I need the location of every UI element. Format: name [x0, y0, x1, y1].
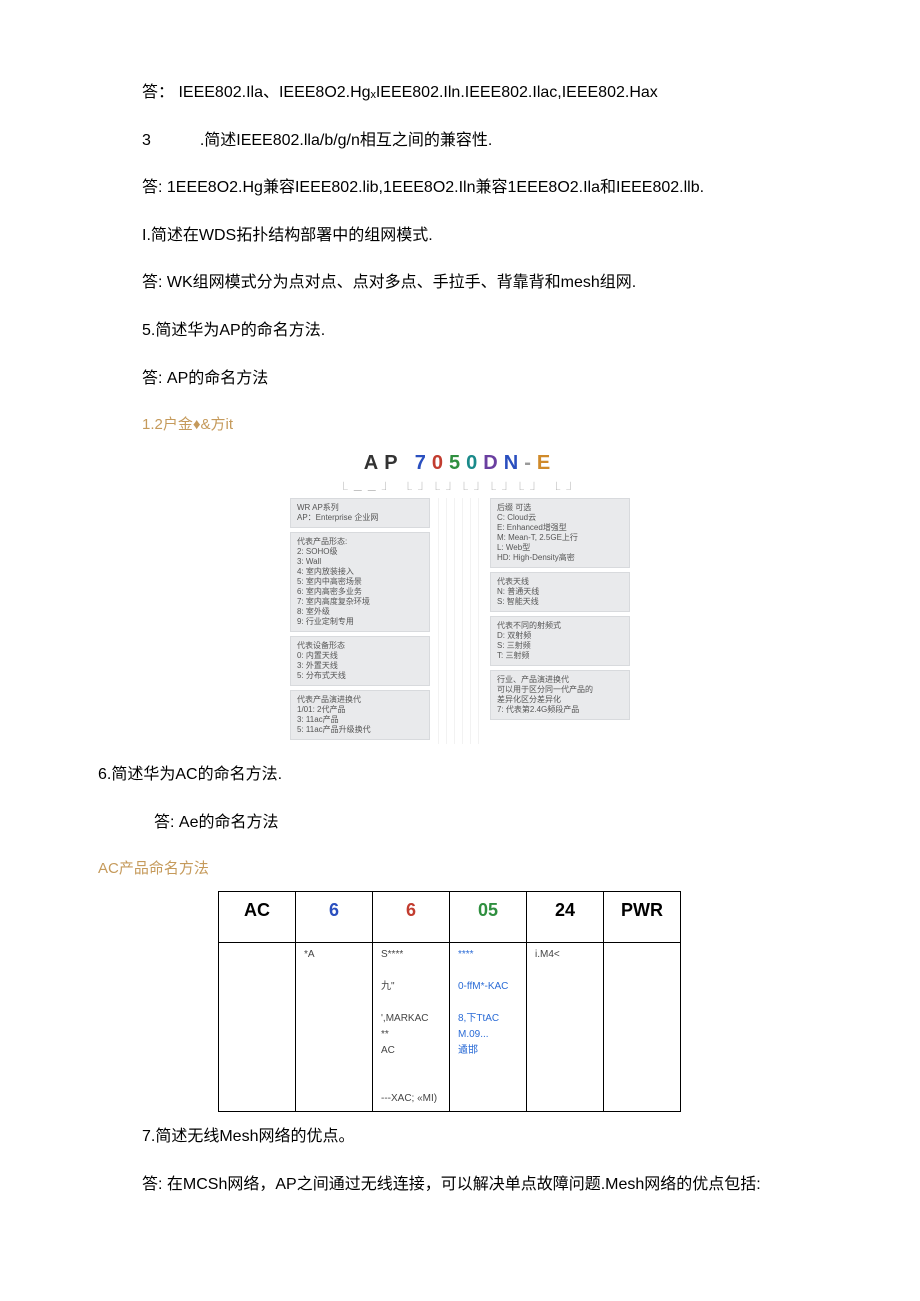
ac-h-3: 05 [450, 892, 527, 943]
ap-right-box-0: 后缀 可选 C: Cloud云 E: Enhanced增强型 M: Mean-T… [490, 498, 630, 568]
ap-left-column: WR AP系列 AP：Enterprise 企业网 代表产品形态: 2: SOH… [290, 498, 430, 744]
ap-right-column: 后缀 可选 C: Cloud云 E: Enhanced增强型 M: Mean-T… [490, 498, 630, 744]
ap-naming-diagram: AP 7050DN-E ⎿⎽⎽⏌ ⎿⏌⎿⏌⎿⏌⎿⏌⎿⏌ ⎿⏌ WR AP系列 A… [290, 447, 630, 744]
question-7: 7.简述无线Mesh网络的优点。 [98, 1124, 822, 1150]
ac-c-2: S**** 九" ',MARKAC ** AC ---XAC; «MI) [373, 943, 450, 1112]
ap-letter-e: E [537, 452, 556, 474]
ac-c-4: i.M4< [527, 943, 604, 1112]
ap-connector-lines [438, 498, 482, 744]
ac-h-1: 6 [296, 892, 373, 943]
ap-right-box-2: 代表不同的射频式 D: 双射频 S: 三射频 T: 三射频 [490, 616, 630, 666]
answer-7: 答: 在MCSh网络，AP之间通过无线连接，可以解决单点故障问题.Mesh网络的… [98, 1172, 822, 1198]
ap-left-box-1: 代表产品形态: 2: SOHO级 3: Wall 4: 室内放装接入 5: 室内… [290, 532, 430, 632]
q3-text: .简述IEEE802.lla/b/g/n相互之间的兼容性. [200, 132, 493, 149]
ap-left-box-2: 代表设备形态 0: 内置天线 3: 外置天线 5: 分布式天线 [290, 636, 430, 686]
ac-c-1: *A [296, 943, 373, 1112]
ac-table-row: *A S**** 九" ',MARKAC ** AC ---XAC; «MI) … [219, 943, 681, 1112]
question-3: 3 .简述IEEE802.lla/b/g/n相互之间的兼容性. [98, 128, 822, 154]
ap-space [403, 452, 415, 474]
ap-right-box-3: 行业、产品演进换代 可以用于区分同一代产品的 差异化区分差异化 7: 代表第2.… [490, 670, 630, 720]
answer-prefix: 答： [142, 84, 174, 101]
ap-digit-0b: 0 [466, 452, 483, 474]
ap-left-box-3: 代表产品演进换代 1/01: 2代产品 3: 11ac产品 5: 11ac产品升… [290, 690, 430, 740]
ap-digit-5: 5 [449, 452, 466, 474]
ac-c-3: **** 0-ffM*-KAC 8,下TtAC M.09... 遹邯 [450, 943, 527, 1112]
question-4: I.简述在WDS拓扑结构部署中的组网模式. [98, 223, 822, 249]
ap-right-box-1: 代表天线 N: 普通天线 S: 智能天线 [490, 572, 630, 612]
ap-letter-a: A [364, 452, 384, 474]
ac-h-4: 24 [527, 892, 604, 943]
question-6: 6.简述华为AC的命名方法. [98, 762, 822, 788]
ac-table-header-row: AC 6 6 05 24 PWR [219, 892, 681, 943]
question-5: 5.简述华为AP的命名方法. [98, 318, 822, 344]
ap-underlines: ⎿⎽⎽⏌ ⎿⏌⎿⏌⎿⏌⎿⏌⎿⏌ ⎿⏌ [290, 481, 630, 494]
ac-c-5 [604, 943, 681, 1112]
ap-dash: - [524, 452, 537, 474]
ap-letter-n: N [504, 452, 524, 474]
ap-subheading: 1.2户金♦&方it [98, 413, 822, 437]
ac-h-5: PWR [604, 892, 681, 943]
ac-c-0 [219, 943, 296, 1112]
answer-5: 答: AP的命名方法 [98, 366, 822, 392]
answer-6: 答: Ae的命名方法 [98, 810, 822, 836]
ac-naming-table: AC 6 6 05 24 PWR *A S**** 九" ',MARKAC **… [218, 891, 681, 1112]
standards-list: IEEE802.Ila、IEEE8O2.HgₓIEEE802.Iln.IEEE8… [178, 84, 657, 101]
ac-h-0: AC [219, 892, 296, 943]
answer-3: 答: 1EEE8O2.Hg兼容IEEE802.lib,1EEE8O2.Iln兼容… [98, 175, 822, 201]
ap-letter-p: P [384, 452, 403, 474]
ap-letter-d: D [483, 452, 503, 474]
ap-title: AP 7050DN-E [290, 447, 630, 479]
answer-standards: 答： IEEE802.Ila、IEEE8O2.HgₓIEEE802.Iln.IE… [98, 80, 822, 106]
ap-left-box-0: WR AP系列 AP：Enterprise 企业网 [290, 498, 430, 528]
q3-number: 3 [142, 132, 151, 149]
document-page: 答： IEEE802.Ila、IEEE8O2.HgₓIEEE802.Iln.IE… [0, 0, 920, 1301]
ap-digit-0a: 0 [432, 452, 449, 474]
answer-4: 答: WK组网模式分为点对点、点对多点、手拉手、背靠背和mesh组网. [98, 270, 822, 296]
ac-c-3-text: **** 0-ffM*-KAC 8,下TtAC M.09... 遹邯 [458, 949, 508, 1056]
ac-subheading: AC产品命名方法 [98, 857, 822, 881]
ac-h-2: 6 [373, 892, 450, 943]
ap-digit-7: 7 [415, 452, 432, 474]
